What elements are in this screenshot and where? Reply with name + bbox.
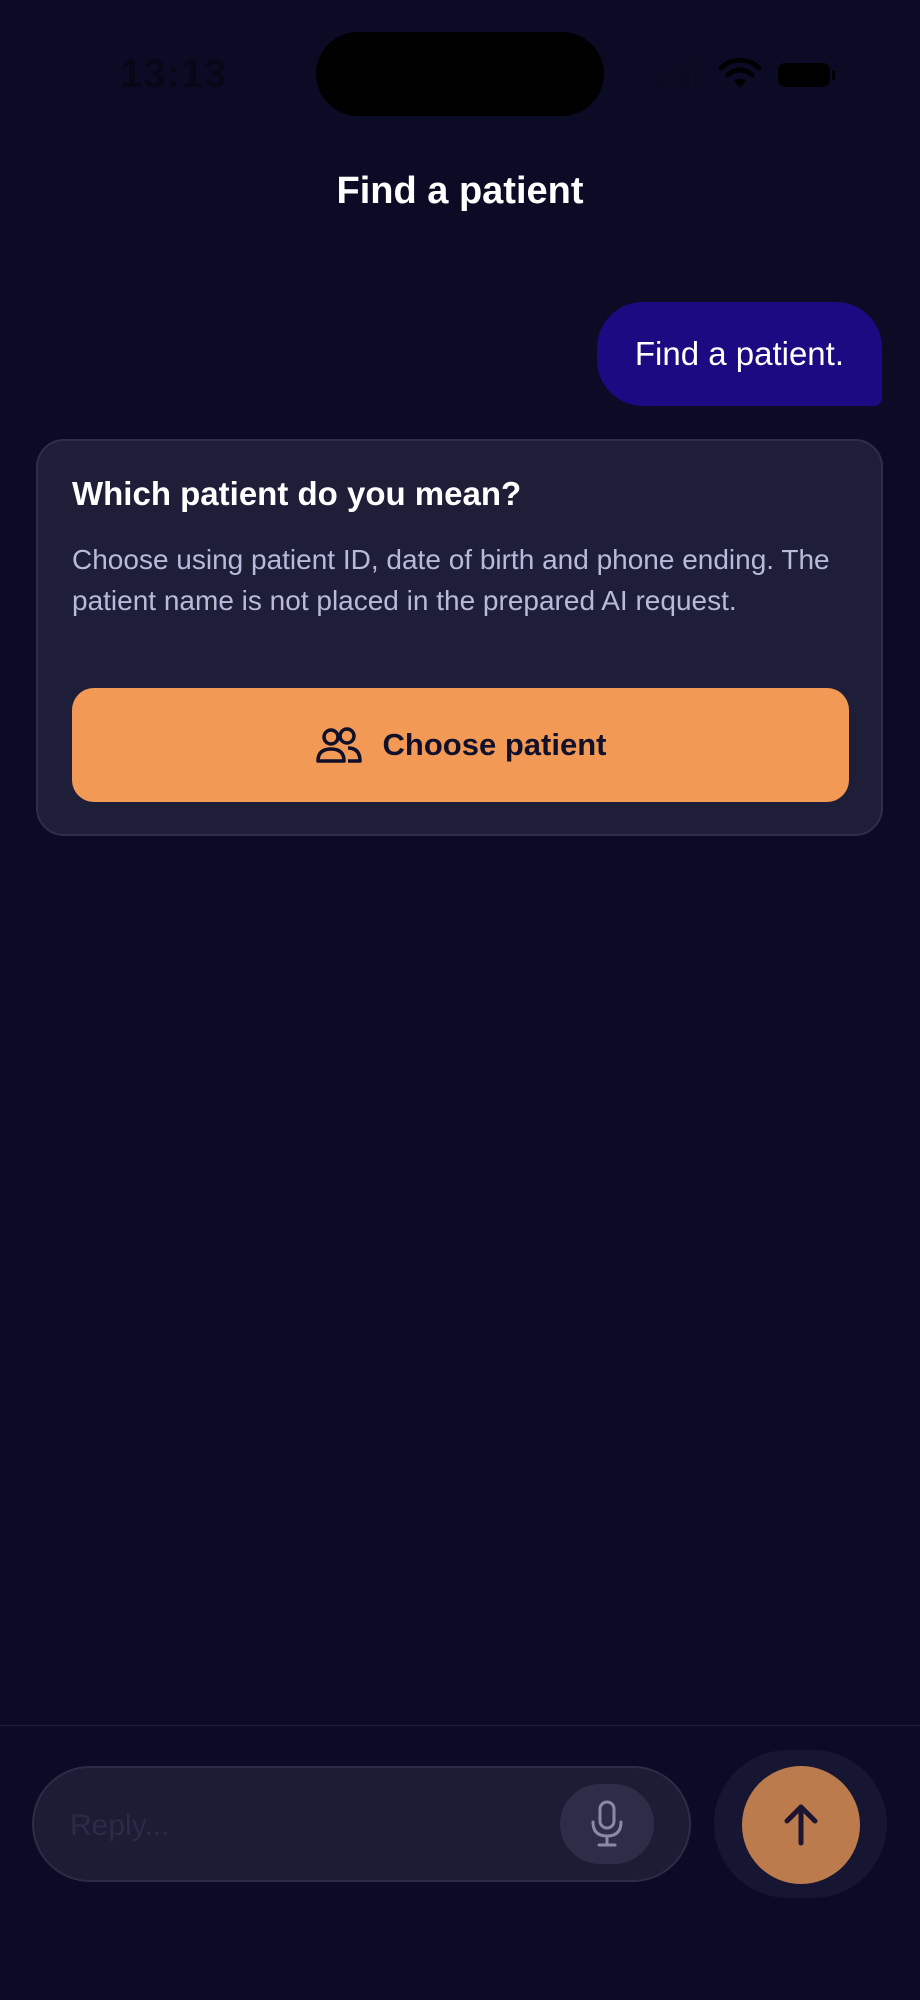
status-bar: 13:13 [0,0,920,130]
composer-divider [0,1725,920,1726]
microphone-button[interactable] [560,1784,654,1864]
card-description: Choose using patient ID, date of birth a… [72,544,830,616]
reply-input[interactable] [68,1798,572,1854]
send-button[interactable] [742,1766,860,1884]
arrow-up-icon [784,1804,818,1846]
users-icon [315,727,362,763]
microphone-icon [591,1800,623,1847]
user-message-bubble: Find a patient. [596,302,882,406]
page-title: Find a patient [336,170,584,212]
patient-prompt-card: Which patient do you mean? Choose using … [36,439,883,836]
reply-field [32,1766,691,1882]
wifi-icon [718,58,762,88]
choose-patient-button[interactable]: Choose patient [72,688,849,802]
cellular-signal-icon [655,62,702,88]
dynamic-island [316,32,604,116]
choose-patient-label: Choose patient [382,727,607,762]
battery-icon [778,63,835,87]
card-title: Which patient do you mean? [72,475,522,512]
status-time: 13:13 [120,52,228,96]
